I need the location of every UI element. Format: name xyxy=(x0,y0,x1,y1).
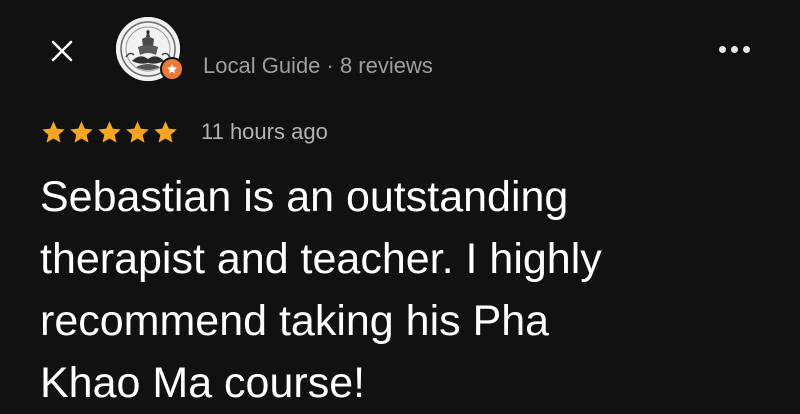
more-horizontal-icon xyxy=(718,45,726,53)
more-horizontal-icon-dot xyxy=(742,45,750,53)
local-guide-star-icon xyxy=(167,64,177,74)
review-time: 11 hours ago xyxy=(201,119,328,144)
review-text: Sebastian is an outstanding therapist an… xyxy=(40,173,602,407)
reviewer-avatar-group[interactable] xyxy=(116,17,184,81)
star-icon xyxy=(154,120,177,143)
star-icon xyxy=(42,120,65,143)
star-icon xyxy=(98,120,121,143)
reviewer-meta[interactable]: Local Guide · 8 reviews xyxy=(203,52,433,80)
star-rating xyxy=(40,119,179,146)
local-guide-badge xyxy=(160,57,184,81)
star-icon xyxy=(126,120,149,143)
rating-row: 11 hours ago xyxy=(40,116,328,148)
close-button[interactable] xyxy=(44,33,80,69)
close-icon xyxy=(51,40,73,62)
star-icon xyxy=(70,120,93,143)
more-options-button[interactable] xyxy=(712,34,756,64)
more-horizontal-icon-dot xyxy=(730,45,738,53)
